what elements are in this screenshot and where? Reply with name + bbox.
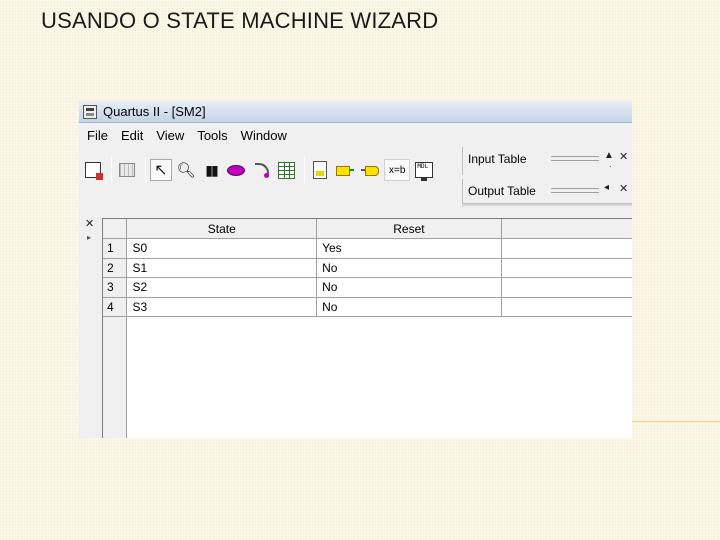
output-table-label[interactable]: Output Table	[468, 184, 536, 198]
column-header-empty[interactable]	[501, 219, 632, 239]
equation-button[interactable]: x=b	[384, 159, 411, 181]
find-icon: ▮▮	[205, 161, 218, 178]
close-icon[interactable]: ✕	[85, 217, 94, 230]
panel-grip[interactable]	[551, 188, 599, 193]
window-title: Quartus II - [SM2]	[103, 104, 206, 119]
panel-divider	[462, 203, 632, 206]
find-button[interactable]: ▮▮	[200, 159, 222, 181]
new-sm-button[interactable]	[82, 159, 104, 181]
simulation-icon	[415, 162, 434, 181]
row-number[interactable]: 3	[103, 277, 128, 298]
close-icon[interactable]: ✕	[619, 150, 628, 163]
state-grid: State Reset 1 S0 Yes 2 S1 No 3 S2 No 4 S…	[102, 218, 632, 438]
row-number[interactable]: 2	[103, 258, 128, 278]
table-row: 2 S1 No	[103, 258, 632, 278]
transition-tool-icon	[253, 162, 269, 178]
generate-hdl-icon	[313, 161, 327, 179]
row-number[interactable]: 4	[103, 297, 128, 317]
output-port-button[interactable]	[359, 159, 381, 181]
toolbar: ↖ 🔍︎ ▮▮ x=b	[79, 154, 459, 186]
input-port-icon	[336, 165, 354, 176]
state-table-icon	[277, 161, 295, 179]
pin-icon[interactable]: ◂	[604, 182, 609, 193]
input-table-panel: Input Table ▲ ✕ ·	[462, 147, 632, 175]
state-cell[interactable]: S3	[126, 297, 318, 317]
column-header-reset[interactable]: Reset	[316, 219, 502, 239]
side-strip: ✕ ▸	[79, 211, 99, 438]
input-table-label[interactable]: Input Table	[468, 152, 527, 166]
generate-hdl-button[interactable]	[309, 159, 331, 181]
menu-edit[interactable]: Edit	[117, 128, 147, 143]
grid-button[interactable]	[116, 159, 138, 181]
menu-window[interactable]: Window	[237, 128, 291, 143]
row-number[interactable]: 1	[103, 238, 128, 259]
transition-tool-button[interactable]	[250, 159, 272, 181]
table-row: 3 S2 No	[103, 277, 632, 298]
window-titlebar[interactable]: Quartus II - [SM2]	[79, 101, 632, 123]
expand-arrow-icon[interactable]: ▸	[87, 233, 91, 242]
reset-cell[interactable]: No	[316, 277, 502, 298]
new-sm-icon	[85, 162, 103, 180]
panel-grip[interactable]	[551, 156, 599, 161]
toolbar-area: ↖ 🔍︎ ▮▮ x=b Input Table ▲ ✕ · Output Tab…	[79, 147, 632, 211]
toolbar-separator	[111, 157, 112, 183]
empty-cell[interactable]	[501, 238, 632, 259]
decorative-line	[632, 421, 720, 422]
output-port-icon	[361, 165, 379, 176]
empty-cell[interactable]	[501, 258, 632, 278]
table-row: 1 S0 Yes	[103, 238, 632, 259]
zoom-icon: 🔍︎	[176, 162, 196, 179]
close-icon[interactable]: ✕	[619, 182, 628, 195]
simulation-button[interactable]	[413, 159, 435, 181]
app-icon[interactable]	[83, 105, 97, 119]
dot-icon: ·	[609, 162, 612, 171]
reset-cell[interactable]: No	[316, 297, 502, 317]
column-header-state[interactable]: State	[126, 219, 318, 239]
toolbar-separator	[145, 157, 146, 183]
state-tool-button[interactable]	[225, 159, 247, 181]
select-arrow-icon: ↖	[154, 162, 168, 179]
slide-title: USANDO O STATE MACHINE WIZARD	[41, 8, 439, 33]
menu-bar: File Edit View Tools Window	[79, 123, 632, 147]
menu-tools[interactable]: Tools	[193, 128, 231, 143]
quartus-window: Quartus II - [SM2] File Edit View Tools …	[79, 101, 632, 438]
state-tool-icon	[227, 164, 245, 176]
toolbar-separator	[304, 157, 305, 183]
reset-cell[interactable]: No	[316, 258, 502, 278]
state-cell[interactable]: S2	[126, 277, 318, 298]
state-table: State Reset 1 S0 Yes 2 S1 No 3 S2 No 4 S…	[103, 219, 632, 317]
pin-icon[interactable]: ▲	[604, 150, 614, 161]
state-cell[interactable]: S0	[126, 238, 318, 259]
zoom-tool-button[interactable]: 🔍︎	[175, 159, 197, 181]
state-table-button[interactable]	[275, 159, 297, 181]
select-tool-button[interactable]: ↖	[150, 159, 172, 181]
reset-cell[interactable]: Yes	[316, 238, 502, 259]
table-row: 4 S3 No	[103, 297, 632, 317]
empty-cell[interactable]	[501, 297, 632, 317]
menu-view[interactable]: View	[152, 128, 188, 143]
table-corner[interactable]	[103, 219, 128, 239]
grid-icon	[119, 163, 135, 177]
state-table-area: ✕ ▸ State Reset 1 S0 Yes 2 S1 No 3 S2 No…	[79, 211, 632, 438]
state-cell[interactable]: S1	[126, 258, 318, 278]
menu-file[interactable]: File	[83, 128, 112, 143]
input-port-button[interactable]	[334, 159, 356, 181]
empty-cell[interactable]	[501, 277, 632, 298]
